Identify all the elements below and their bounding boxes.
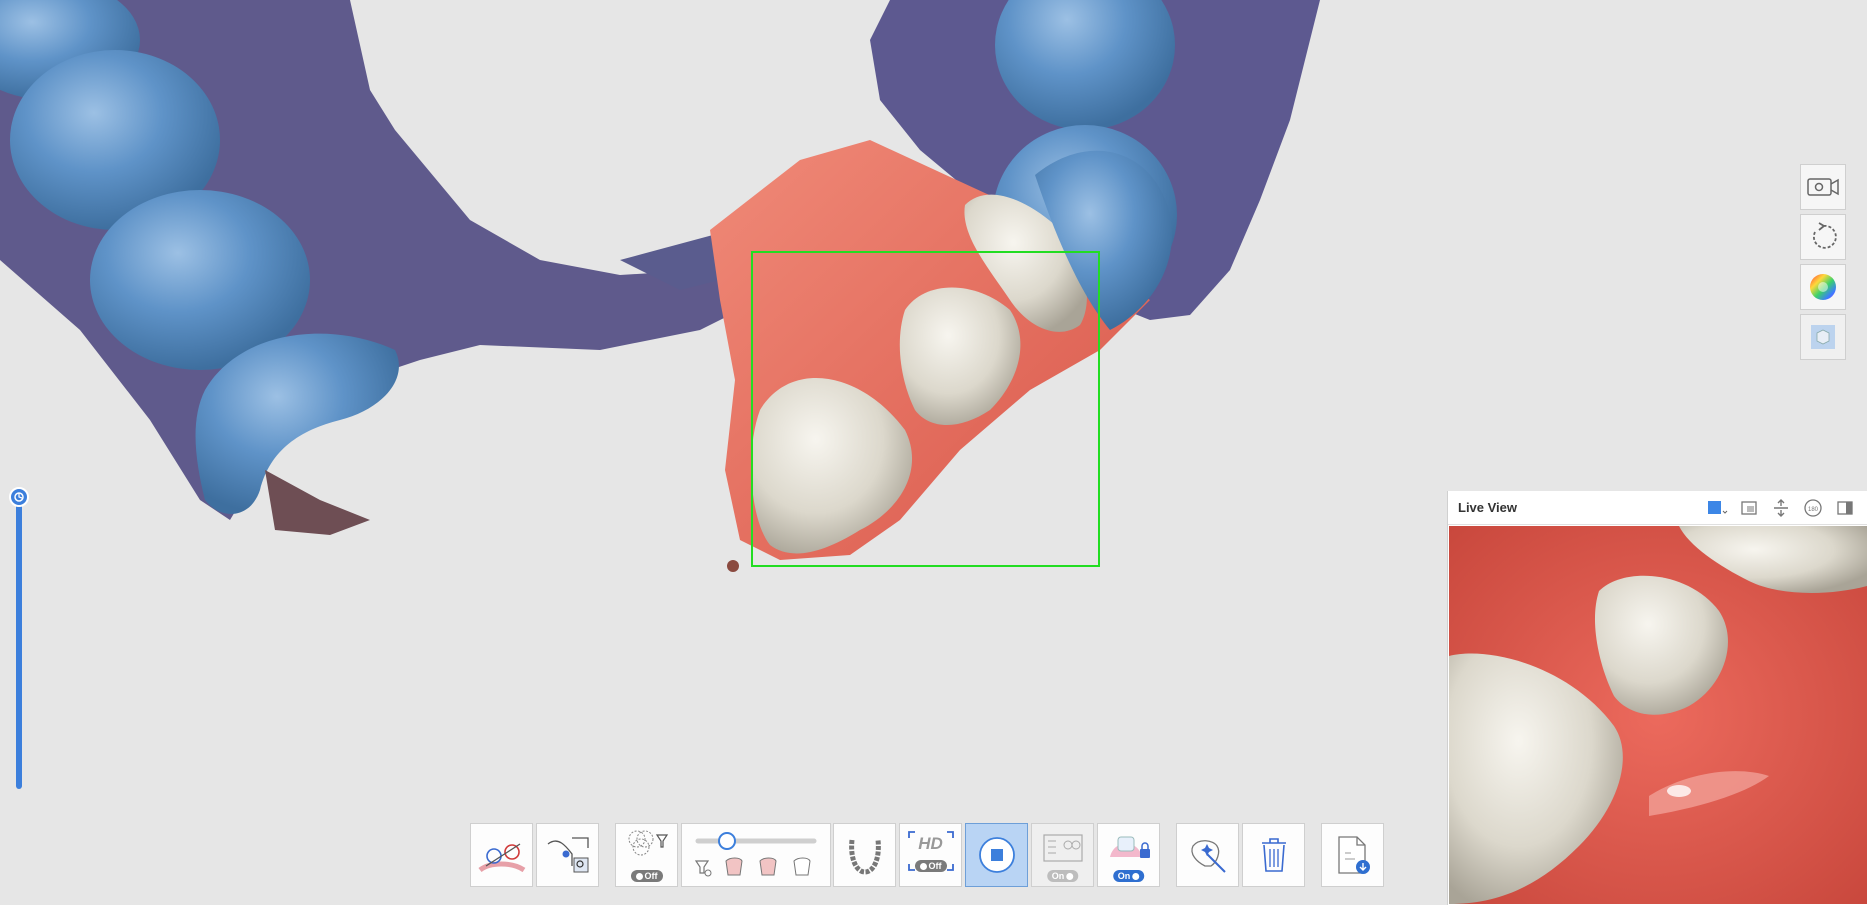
hd-toggle[interactable]: Off [914, 860, 947, 872]
scan-depth-slider[interactable] [9, 487, 29, 807]
live-highlight [1667, 785, 1691, 797]
rotate-icon[interactable] [1800, 214, 1846, 260]
tissue-fragment [265, 470, 370, 535]
filter-icon[interactable]: Off [615, 823, 678, 887]
scan-stage-slider[interactable] [681, 823, 831, 887]
live-view-header: Live View 180 [1448, 491, 1867, 525]
live-view-controls: 180 [1705, 497, 1857, 519]
live-view-title: Live View [1458, 500, 1518, 515]
ai-cleanup-icon[interactable] [1176, 823, 1239, 887]
tooth-search-icon[interactable] [536, 823, 599, 887]
flip-vertical-icon[interactable] [1769, 497, 1793, 519]
arch-icon[interactable] [833, 823, 896, 887]
svg-text:180: 180 [1808, 507, 1819, 513]
hd-mode-icon[interactable]: HD Off [899, 823, 962, 887]
filter-toggle[interactable]: Off [630, 870, 663, 882]
scan-mode-icon[interactable]: On [1031, 823, 1094, 887]
toggle-dot-icon [1132, 872, 1140, 880]
stop-scan-button[interactable] [965, 823, 1028, 887]
lock-toggle[interactable]: On [1112, 870, 1145, 882]
toggle-dot-icon [1066, 872, 1074, 880]
rotate-180-icon[interactable]: 180 [1801, 497, 1825, 519]
cube-icon[interactable] [1800, 314, 1846, 360]
scan-capture-frame [751, 251, 1100, 567]
slider-track[interactable] [16, 499, 22, 789]
color-wheel-icon[interactable] [1800, 264, 1846, 310]
hd-label: HD [918, 834, 943, 853]
scan-mode-toggle[interactable]: On [1046, 870, 1079, 882]
export-file-icon[interactable] [1321, 823, 1384, 887]
toggle-dot-icon [635, 872, 643, 880]
slider-knob-icon[interactable] [9, 487, 29, 507]
color-square-icon[interactable] [1705, 497, 1729, 519]
stage-slider-knob [718, 832, 736, 850]
layout-icon[interactable] [1737, 497, 1761, 519]
panel-toggle-icon[interactable] [1833, 497, 1857, 519]
debris-dot [727, 560, 739, 572]
trash-icon[interactable] [1242, 823, 1305, 887]
margin-line-icon[interactable] [470, 823, 533, 887]
right-toolbar [1800, 164, 1848, 364]
camera-icon[interactable] [1800, 164, 1846, 210]
toggle-dot-icon [919, 862, 927, 870]
tissue-lock-icon[interactable]: On [1097, 823, 1160, 887]
bottom-toolbar: Off HD Off On On [0, 823, 1867, 887]
